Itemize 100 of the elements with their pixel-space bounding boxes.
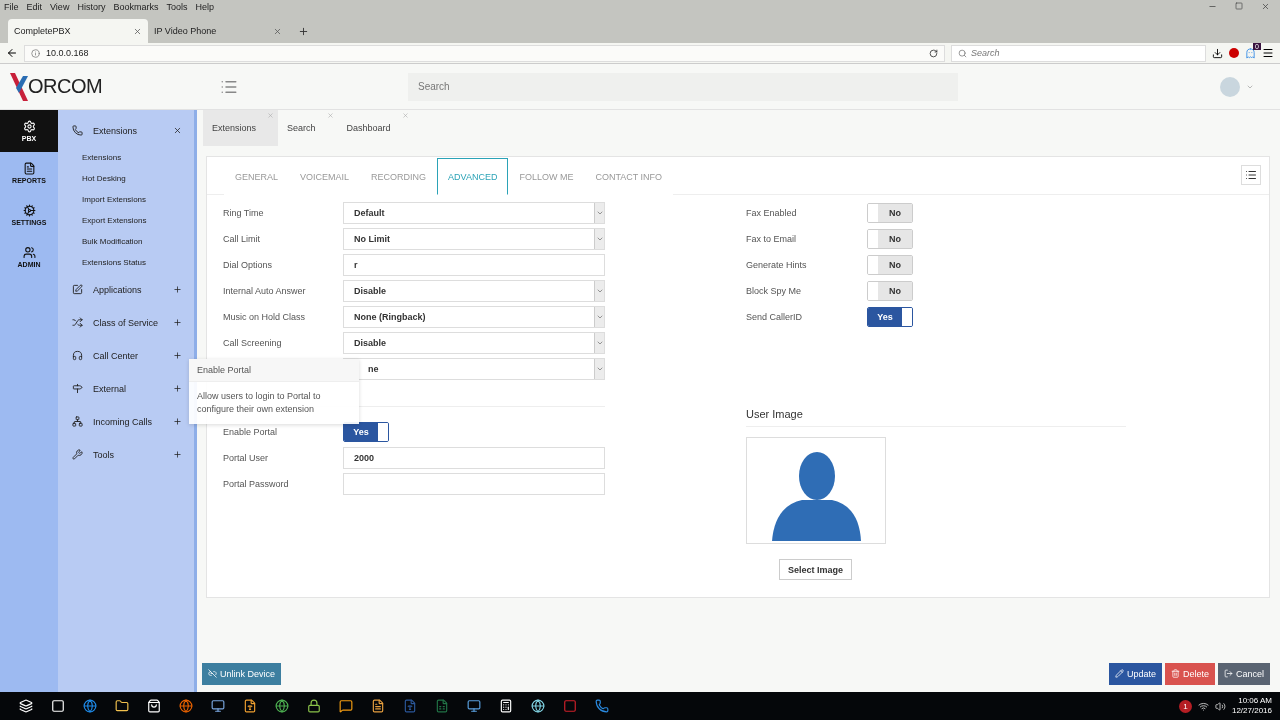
select-field[interactable]: None (Ringback) xyxy=(343,306,605,328)
document-icon[interactable] xyxy=(371,699,385,713)
users-icon xyxy=(22,246,36,259)
volume-icon[interactable] xyxy=(1214,700,1226,712)
exit-icon xyxy=(1224,669,1233,678)
menu-item[interactable]: File xyxy=(4,2,19,12)
signpost-icon xyxy=(72,383,83,394)
notification-badge[interactable]: 1 xyxy=(1178,699,1192,713)
menu-item[interactable]: Class of Service xyxy=(58,306,194,339)
input-field[interactable] xyxy=(343,473,605,495)
new-tab-icon[interactable] xyxy=(298,26,309,37)
expand-icon[interactable] xyxy=(173,384,182,393)
select-field[interactable]: Default xyxy=(343,202,605,224)
search-field[interactable]: Search xyxy=(951,44,1206,62)
chevron-down-icon xyxy=(595,339,604,347)
menu-item[interactable]: Help xyxy=(195,2,214,12)
browser-icon[interactable] xyxy=(179,699,193,713)
input-field[interactable]: 2000 xyxy=(343,447,605,469)
list-button[interactable] xyxy=(1241,165,1261,185)
ghost-icon[interactable] xyxy=(1245,47,1256,59)
field-label: Ring Time xyxy=(223,208,265,218)
expand-icon[interactable] xyxy=(173,450,182,459)
page-tab[interactable]: Search xyxy=(278,110,338,146)
search-icon xyxy=(958,48,967,58)
select-field[interactable]: No Limit xyxy=(343,228,605,250)
clock[interactable]: 10:06 AM 12/27/2016 xyxy=(1231,696,1272,716)
back-icon[interactable] xyxy=(6,47,18,59)
gear-icon xyxy=(22,120,36,133)
update-button[interactable]: Update xyxy=(1108,662,1162,685)
globe-icon[interactable] xyxy=(531,699,545,713)
calculator-icon[interactable] xyxy=(499,699,513,713)
menu-icon[interactable] xyxy=(1262,47,1274,59)
delete-button[interactable]: Delete xyxy=(1164,662,1215,685)
menu-item[interactable]: Extensions xyxy=(58,114,194,147)
unlink-device-button[interactable]: Unlink Device xyxy=(202,662,282,685)
field-label: Dial Options xyxy=(223,260,274,270)
menu-item[interactable]: Bookmarks xyxy=(113,2,159,12)
chevron-down-icon xyxy=(595,365,604,373)
toggle-switch[interactable]: No xyxy=(867,203,913,223)
browser-tab[interactable]: CompletePBX xyxy=(8,19,148,43)
collapse-icon[interactable] xyxy=(173,126,182,135)
toggle-switch[interactable]: Yes xyxy=(343,422,389,442)
page-tab[interactable]: Dashboard xyxy=(337,110,413,146)
menu-item[interactable]: Tools xyxy=(58,438,194,471)
phone-icon[interactable] xyxy=(595,699,609,713)
tooltip-text: Allow users to login to Portal to configure their own extension xyxy=(196,390,322,416)
menu-item[interactable]: View xyxy=(50,2,70,12)
expand-icon[interactable] xyxy=(173,318,182,327)
address-bar[interactable]: 10.0.0.168 xyxy=(24,44,945,62)
task-view-icon[interactable] xyxy=(51,699,65,713)
menu-item[interactable]: Edit xyxy=(26,2,43,12)
select-field[interactable]: ne xyxy=(343,358,605,380)
folder-icon[interactable] xyxy=(115,699,129,713)
expand-icon[interactable] xyxy=(173,351,182,360)
submenu-item[interactable]: Extensions Status xyxy=(58,252,194,273)
monitor-icon[interactable] xyxy=(467,699,481,713)
expand-icon[interactable] xyxy=(173,285,182,294)
menu-item[interactable]: Tools xyxy=(166,2,188,12)
select-field[interactable]: Disable xyxy=(343,332,605,354)
submenu-item[interactable]: Extensions xyxy=(58,147,194,168)
select-image-button[interactable]: Select Image xyxy=(779,559,853,580)
submenu-item[interactable]: Import Extensions xyxy=(58,189,194,210)
close-icon[interactable] xyxy=(273,26,282,36)
toggle-switch[interactable]: No xyxy=(867,255,913,275)
info-icon[interactable] xyxy=(31,48,40,58)
trash-icon xyxy=(1170,669,1180,678)
document-icon xyxy=(22,162,36,175)
close-icon[interactable] xyxy=(133,26,142,36)
menu-item[interactable]: Applications xyxy=(58,273,194,306)
download-icon[interactable] xyxy=(1212,47,1223,59)
browser-icon[interactable] xyxy=(83,699,97,713)
browser-tab[interactable]: IP Video Phone xyxy=(148,19,288,43)
logo-mark-icon xyxy=(10,72,28,101)
submenu-item[interactable]: Export Extensions xyxy=(58,210,194,231)
store-icon[interactable] xyxy=(147,699,161,713)
lock-icon[interactable] xyxy=(307,699,321,713)
pencil-icon xyxy=(1114,669,1124,678)
toggle-switch[interactable]: Yes xyxy=(867,307,913,327)
menu-item[interactable]: Incoming Calls xyxy=(58,405,194,438)
browser-icon[interactable] xyxy=(275,699,289,713)
spreadsheet-icon[interactable] xyxy=(435,699,449,713)
chat-icon[interactable] xyxy=(339,699,353,713)
submenu-item[interactable]: Hot Desking xyxy=(58,168,194,189)
stop-sign-icon[interactable] xyxy=(1229,48,1239,58)
input-field[interactable]: r xyxy=(343,254,605,276)
close-icon[interactable] xyxy=(1261,2,1270,11)
field-label: Call Limit xyxy=(223,234,261,244)
toggle-switch[interactable]: No xyxy=(867,281,913,301)
toggle-switch[interactable]: No xyxy=(867,229,913,249)
hierarchy-icon xyxy=(72,416,83,427)
expand-icon[interactable] xyxy=(173,417,182,426)
page-tab[interactable]: Extensions xyxy=(203,110,279,146)
field-label: Generate Hints xyxy=(746,260,808,270)
cancel-button[interactable]: Cancel xyxy=(1218,662,1270,685)
search-field[interactable]: Search xyxy=(408,72,958,101)
select-field[interactable]: Disable xyxy=(343,280,605,302)
menu-item[interactable]: History xyxy=(77,2,106,12)
chevron-down-icon xyxy=(595,313,604,321)
submenu-item[interactable]: Bulk Modification xyxy=(58,231,194,252)
reload-icon[interactable] xyxy=(929,48,938,58)
